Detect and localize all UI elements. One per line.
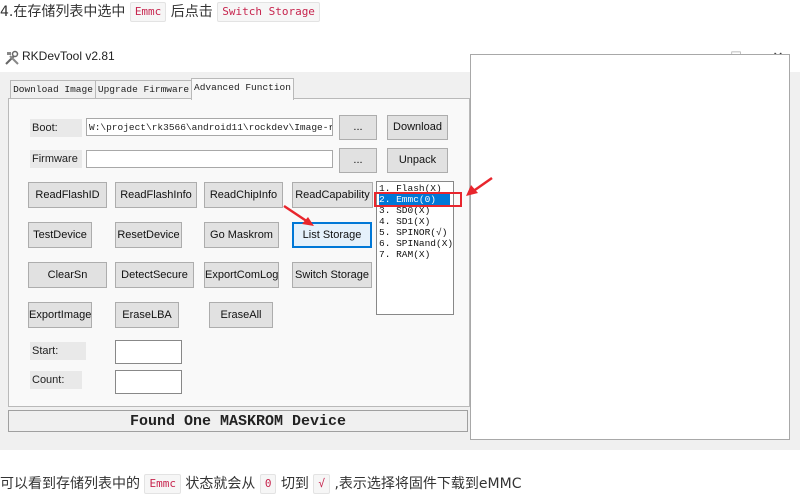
read-flash-id-button[interactable]: ReadFlashID [28, 182, 107, 208]
go-maskrom-button[interactable]: Go Maskrom [204, 222, 279, 248]
detect-secure-button[interactable]: DetectSecure [115, 262, 194, 288]
firmware-label: Firmware [30, 150, 82, 168]
start-label: Start: [30, 342, 86, 360]
code-tag-emmc-note: Emmc [144, 474, 181, 494]
window-title: RKDevTool v2.81 [22, 49, 115, 63]
storage-item-spinand[interactable]: 6. SPINand(X) [379, 238, 453, 249]
arrow-to-list-storage-icon [283, 204, 314, 226]
note-text: 可以看到存储列表中的 Emmc 状态就会从 0 切到 √ ,表示选择将固件下载到… [0, 473, 521, 495]
tools-icon [5, 50, 19, 65]
firmware-path-field[interactable] [86, 150, 333, 168]
read-flash-info-button[interactable]: ReadFlashInfo [115, 182, 197, 208]
emmc-highlight-box [374, 192, 462, 207]
tab-advanced-function[interactable]: Advanced Function [191, 78, 294, 100]
read-chip-info-button[interactable]: ReadChipInfo [204, 182, 283, 208]
unpack-button[interactable]: Unpack [387, 148, 448, 173]
note-mid2: 切到 [280, 476, 309, 492]
note-suffix: ,表示选择将固件下载到eMMC [334, 476, 522, 492]
instruction-prefix: 4.在存储列表中选中 [0, 4, 126, 20]
tab-download-image[interactable]: Download Image [10, 80, 96, 99]
count-label: Count: [30, 371, 82, 389]
storage-item-ram[interactable]: 7. RAM(X) [379, 249, 430, 260]
switch-storage-button[interactable]: Switch Storage [292, 262, 372, 288]
instruction-middle: 后点击 [170, 4, 213, 20]
log-output-area[interactable] [470, 54, 790, 440]
device-status-bar: Found One MASKROM Device [8, 410, 468, 432]
erase-lba-button[interactable]: EraseLBA [115, 302, 179, 328]
code-tag-check: √ [313, 474, 331, 494]
storage-item-sd1[interactable]: 4. SD1(X) [379, 216, 430, 227]
download-button[interactable]: Download [387, 115, 448, 140]
firmware-browse-button[interactable]: ... [339, 148, 377, 173]
code-tag-switch-storage: Switch Storage [217, 2, 320, 22]
code-tag-zero: 0 [259, 474, 277, 494]
arrow-to-emmc-icon [466, 176, 493, 196]
count-input[interactable] [115, 370, 182, 394]
rkdevtool-window: RKDevTool v2.81 — ☐ ✕ Download Image Upg… [0, 44, 800, 450]
export-image-button[interactable]: ExportImage [28, 302, 92, 328]
note-prefix: 可以看到存储列表中的 [0, 476, 140, 492]
erase-all-button[interactable]: EraseAll [209, 302, 273, 328]
note-mid1: 状态就会从 [185, 476, 256, 492]
clear-sn-button[interactable]: ClearSn [28, 262, 107, 288]
code-tag-emmc: Emmc [129, 2, 167, 22]
boot-browse-button[interactable]: ... [339, 115, 377, 140]
start-input[interactable] [115, 340, 182, 364]
reset-device-button[interactable]: ResetDevice [115, 222, 182, 248]
instruction-text: 4.在存储列表中选中 Emmc 后点击 Switch Storage [0, 1, 320, 23]
boot-label: Boot: [30, 119, 82, 137]
test-device-button[interactable]: TestDevice [28, 222, 92, 248]
tab-upgrade-firmware[interactable]: Upgrade Firmware [95, 80, 192, 99]
export-com-log-button[interactable]: ExportComLog [204, 262, 279, 288]
boot-path-field[interactable]: W:\project\rk3566\android11\rockdev\Imag… [86, 118, 333, 136]
storage-item-spinor[interactable]: 5. SPINOR(√) [379, 227, 447, 238]
